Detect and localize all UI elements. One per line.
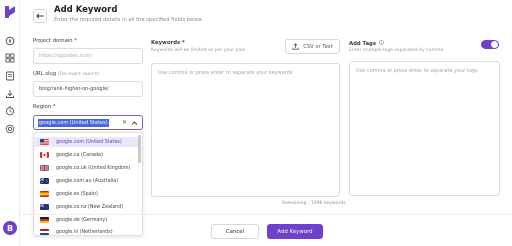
region-option-label: google.com (United States)	[56, 139, 122, 145]
keywords-placeholder: Use comma or press enter to separate you…	[158, 70, 293, 76]
add-keyword-page: B Add Keyword Enter the required details…	[0, 0, 512, 246]
region-option-nl[interactable]: google.nl (Netherlands)	[34, 227, 139, 235]
region-option-label: google.com.au (Australia)	[56, 178, 119, 184]
tags-toggle[interactable]	[481, 40, 499, 49]
cancel-button[interactable]: Cancel	[211, 224, 259, 239]
de-flag-icon	[40, 217, 49, 223]
sidebar: B	[0, 0, 20, 246]
arrow-left-icon	[36, 13, 44, 19]
csv-upload-label: CSV or Text	[303, 43, 333, 50]
url-slug-label-text: URL slug	[33, 71, 57, 77]
keywords-label: Keywords *	[151, 40, 185, 46]
us-flag-icon	[40, 139, 49, 145]
tags-placeholder: Use comma or press enter to separate you…	[356, 68, 478, 74]
region-dropdown: google.com (United States) google.ca (Ca…	[33, 132, 143, 236]
keywords-textarea[interactable]: Use comma or press enter to separate you…	[151, 63, 340, 197]
remaining-keywords: Remaining : 1996 keywords	[282, 201, 346, 206]
back-button[interactable]	[33, 9, 47, 23]
region-option-label: google.ca (Canada)	[56, 152, 103, 158]
page-title: Add Keyword	[54, 5, 118, 15]
grid-icon[interactable]	[5, 53, 15, 63]
project-domain-input[interactable]: https://appsdex.com/	[33, 48, 143, 64]
region-select[interactable]: google.com (United States) ✕	[33, 115, 143, 130]
ca-flag-icon	[40, 152, 49, 158]
chevron-up-icon[interactable]	[131, 120, 138, 126]
region-option-ca[interactable]: google.ca (Canada)	[34, 150, 139, 160]
region-option-label: google.de (Germany)	[56, 217, 108, 223]
region-option-uk[interactable]: google.co.uk (United Kingdom)	[34, 163, 139, 173]
csv-upload-button[interactable]: CSV or Text	[285, 39, 340, 54]
url-slug-hint: (For exact search)	[57, 72, 100, 77]
tags-hint: Enter multiple tags separated by comma	[349, 48, 444, 53]
region-label: Region *	[33, 104, 56, 110]
region-option-us[interactable]: google.com (United States)	[34, 137, 139, 147]
toggle-knob	[491, 41, 498, 48]
region-option-label: google.es (Spain)	[56, 191, 98, 197]
download-icon[interactable]	[5, 89, 15, 99]
es-flag-icon	[40, 191, 49, 197]
avatar[interactable]: B	[3, 221, 17, 235]
region-option-label: google.co.uk (United Kingdom)	[56, 165, 131, 171]
clock-icon[interactable]	[5, 106, 15, 116]
upload-icon	[292, 43, 299, 50]
region-option-nz[interactable]: google.co.nz (New Zealand)	[34, 202, 139, 212]
info-icon[interactable]	[378, 40, 384, 45]
clear-icon[interactable]: ✕	[122, 119, 127, 126]
dropdown-scrollbar[interactable]	[138, 135, 141, 163]
au-flag-icon	[40, 178, 49, 184]
region-option-label: google.co.nz (New Zealand)	[56, 204, 124, 210]
region-option-au[interactable]: google.com.au (Australia)	[34, 176, 139, 186]
add-keyword-button[interactable]: Add Keyword	[267, 224, 323, 239]
url-slug-label: URL slug (For exact search)	[33, 71, 99, 77]
keywords-hint: Keywords will be limited as per your pla…	[151, 48, 246, 53]
page-subtitle: Enter the required details in all the sp…	[54, 17, 203, 23]
compass-icon[interactable]	[5, 36, 15, 46]
nl-flag-icon	[40, 229, 49, 235]
region-option-label: google.nl (Netherlands)	[56, 229, 113, 235]
uk-flag-icon	[40, 165, 49, 171]
document-icon[interactable]	[5, 71, 15, 81]
url-slug-input[interactable]: blog/rank-higher-on-google/	[33, 81, 143, 97]
region-option-de[interactable]: google.de (Germany)	[34, 215, 139, 225]
region-selected-value: google.com (United States)	[38, 118, 109, 127]
footer-divider	[20, 214, 512, 215]
region-option-es[interactable]: google.es (Spain)	[34, 189, 139, 199]
project-domain-label: Project domain *	[33, 38, 77, 44]
tags-label: Add Tags	[349, 40, 384, 47]
target-icon[interactable]	[5, 124, 15, 134]
tags-label-text: Add Tags	[349, 41, 376, 47]
nz-flag-icon	[40, 204, 49, 210]
tags-textarea[interactable]: Use comma or press enter to separate you…	[349, 61, 500, 196]
logo-icon[interactable]	[5, 6, 15, 18]
